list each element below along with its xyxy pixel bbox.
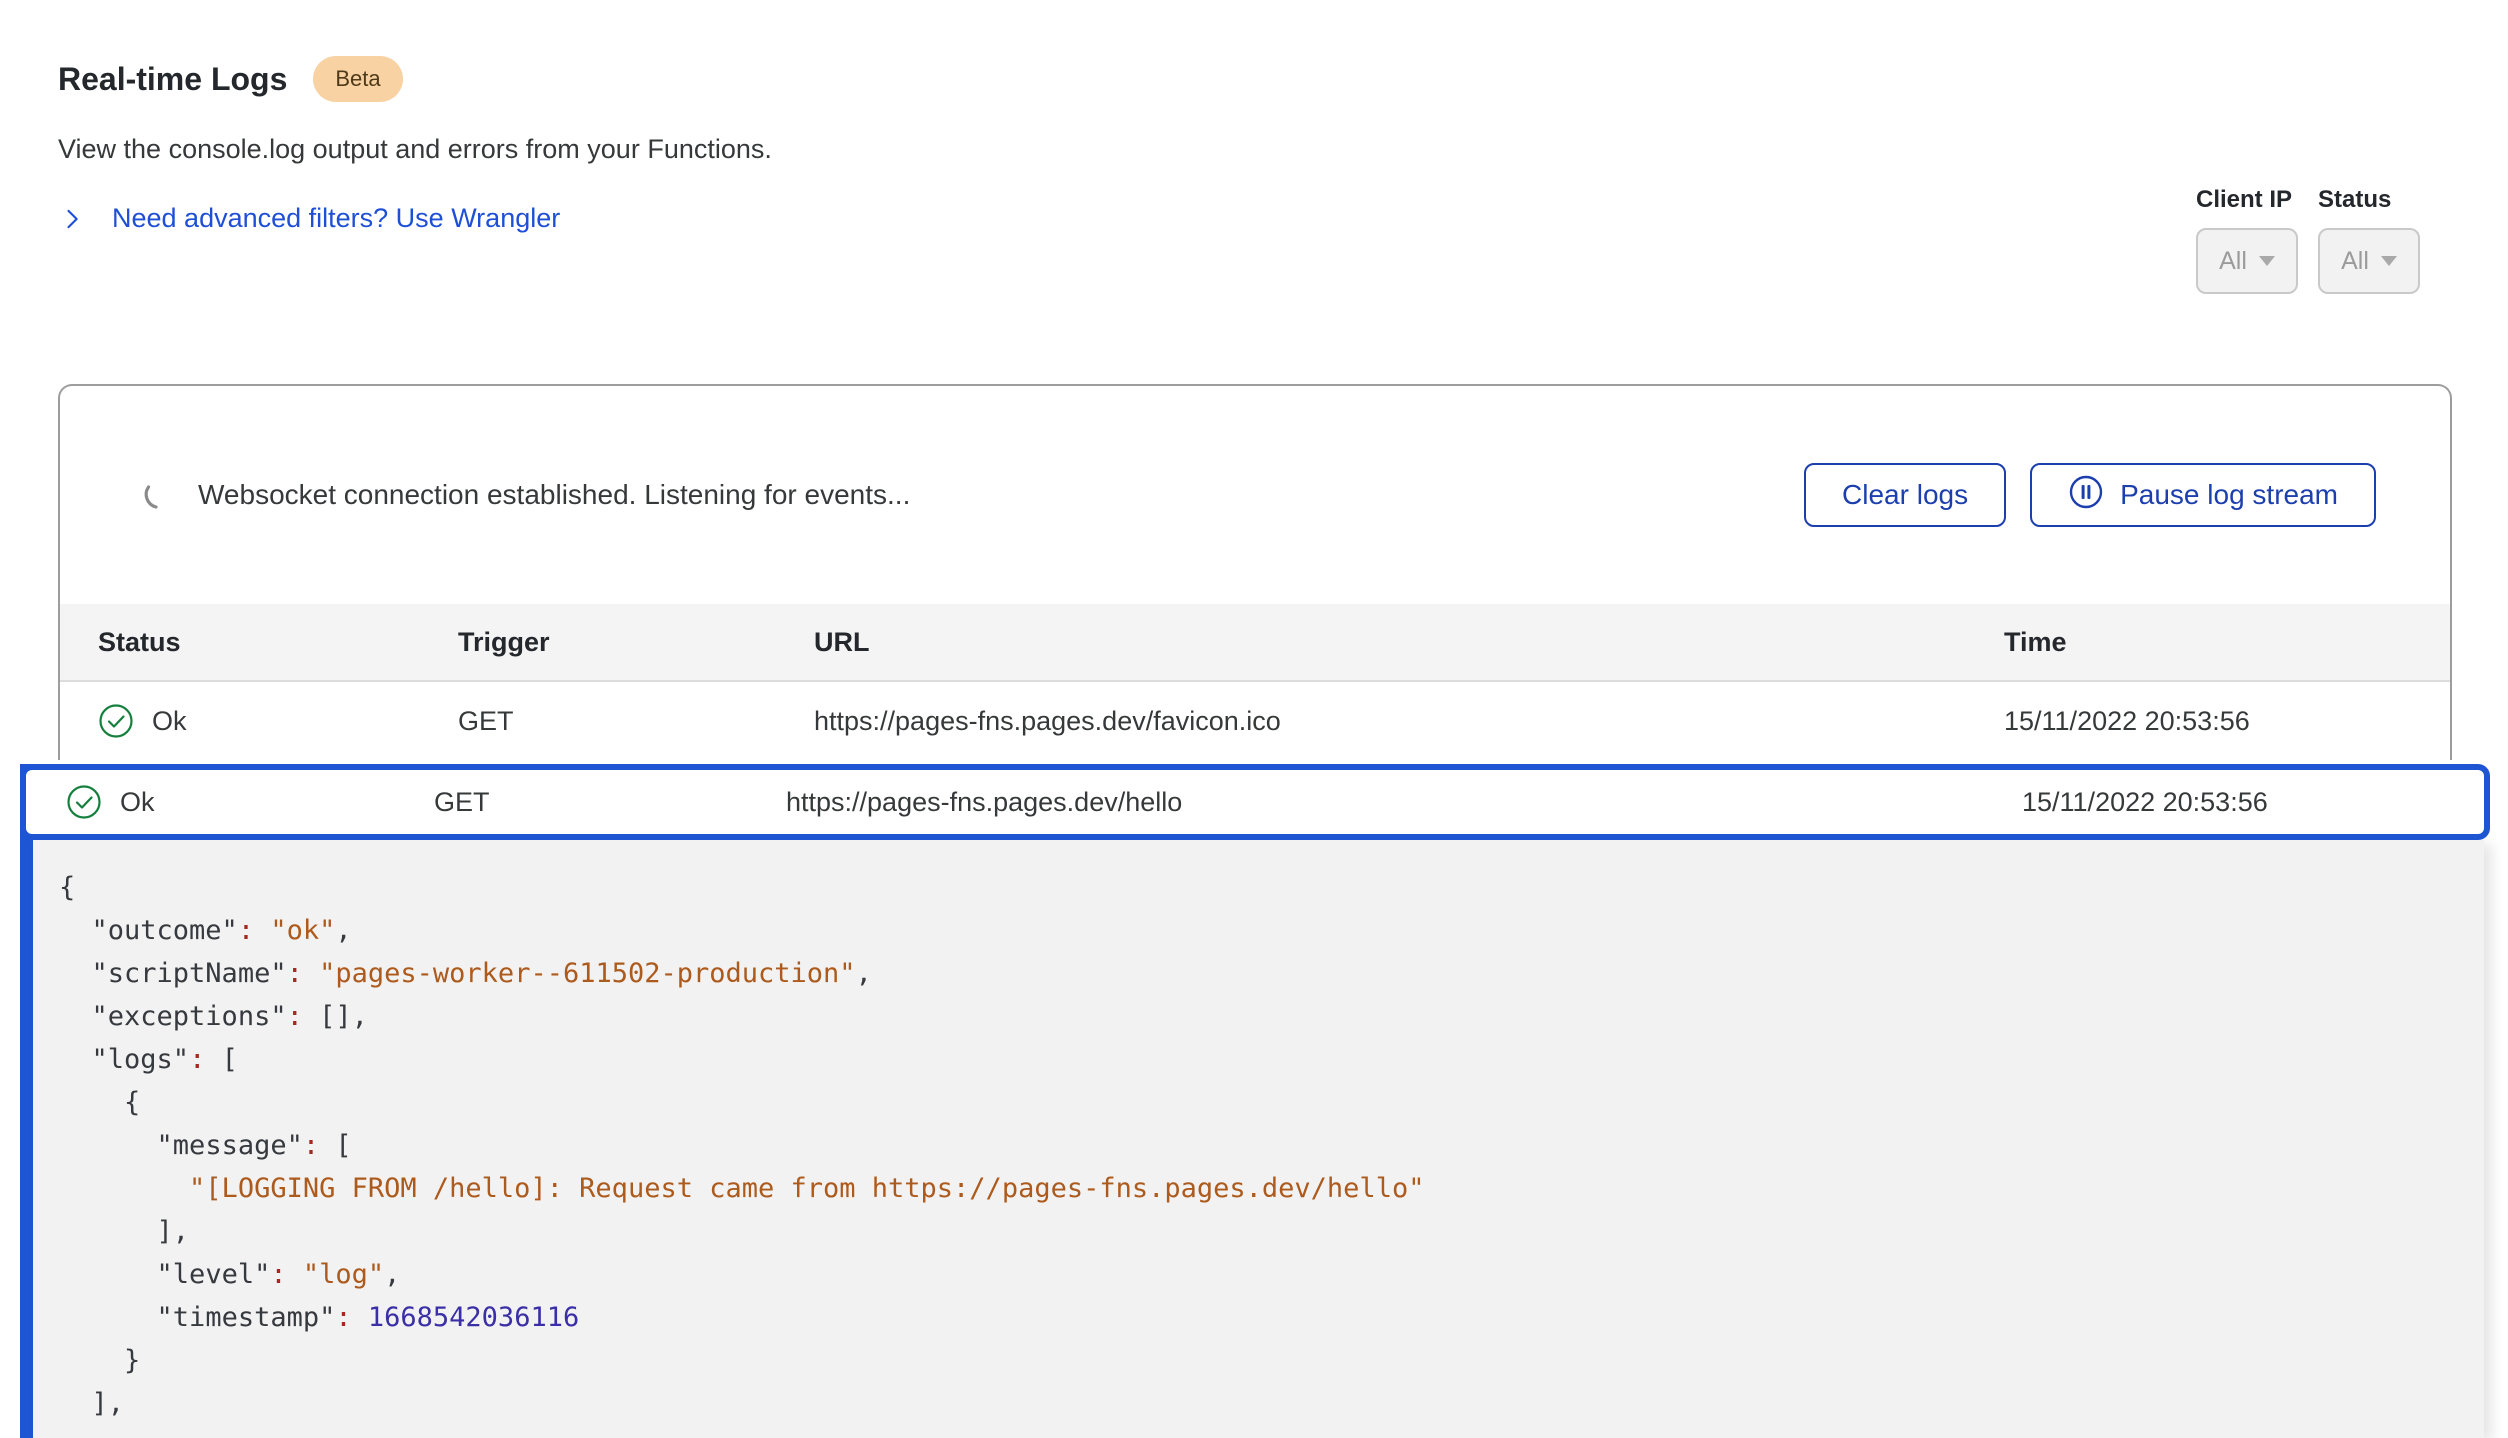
- ok-check-icon: [98, 703, 134, 739]
- stream-buttons: Clear logs Pause log stream: [1804, 463, 2376, 527]
- filter-client-ip: Client IP All: [2196, 186, 2298, 294]
- row-url: https://pages-fns.pages.dev/hello: [786, 787, 2022, 818]
- row-time: 15/11/2022 20:53:56: [2004, 706, 2450, 737]
- client-ip-filter-label: Client IP: [2196, 186, 2298, 214]
- log-table-row[interactable]: Ok GET https://pages-fns.pages.dev/favic…: [60, 682, 2450, 760]
- log-detail-json: { "outcome": "ok", "scriptName": "pages-…: [59, 866, 2454, 1425]
- chevron-right-icon: [58, 205, 86, 233]
- pause-log-stream-button[interactable]: Pause log stream: [2030, 463, 2376, 527]
- pause-icon: [2068, 474, 2104, 517]
- filter-status: Status All: [2318, 186, 2420, 294]
- clear-logs-button[interactable]: Clear logs: [1804, 463, 2006, 527]
- row-status-cell: Ok: [66, 784, 434, 820]
- spinner-icon: [142, 478, 176, 512]
- column-header-url: URL: [814, 627, 2004, 658]
- status-filter-dropdown[interactable]: All: [2318, 228, 2420, 294]
- expanded-log-entry: Ok GET https://pages-fns.pages.dev/hello…: [20, 764, 2490, 1438]
- row-time: 15/11/2022 20:53:56: [2022, 787, 2484, 818]
- log-detail-json-panel: { "outcome": "ok", "scriptName": "pages-…: [33, 840, 2484, 1438]
- client-ip-filter-dropdown[interactable]: All: [2196, 228, 2298, 294]
- status-filter-value: All: [2341, 247, 2369, 276]
- expanded-log-row[interactable]: Ok GET https://pages-fns.pages.dev/hello…: [20, 764, 2490, 840]
- wrangler-link-label: Need advanced filters? Use Wrangler: [112, 203, 560, 234]
- row-trigger: GET: [458, 706, 814, 737]
- wrangler-filters-link[interactable]: Need advanced filters? Use Wrangler: [58, 203, 560, 234]
- websocket-status-message: Websocket connection established. Listen…: [198, 479, 910, 511]
- client-ip-filter-value: All: [2219, 247, 2247, 276]
- page-header: Real-time Logs Beta View the console.log…: [0, 0, 2508, 234]
- log-filters: Client IP All Status All: [2196, 186, 2420, 294]
- caret-down-icon: [2381, 256, 2397, 266]
- row-trigger: GET: [434, 787, 786, 818]
- title-row: Real-time Logs Beta: [58, 56, 2450, 102]
- column-header-trigger: Trigger: [458, 627, 814, 658]
- beta-badge: Beta: [313, 56, 402, 102]
- status-filter-label: Status: [2318, 186, 2420, 214]
- row-url: https://pages-fns.pages.dev/favicon.ico: [814, 706, 2004, 737]
- row-status-label: Ok: [152, 706, 187, 737]
- pause-log-stream-label: Pause log stream: [2120, 479, 2338, 511]
- row-status-label: Ok: [120, 787, 155, 818]
- page-description: View the console.log output and errors f…: [58, 134, 2450, 165]
- stream-status-bar: Websocket connection established. Listen…: [60, 386, 2450, 604]
- logs-card: Websocket connection established. Listen…: [58, 384, 2452, 760]
- ok-check-icon: [66, 784, 102, 820]
- caret-down-icon: [2259, 256, 2275, 266]
- log-table-header: Status Trigger URL Time: [60, 604, 2450, 682]
- column-header-status: Status: [98, 627, 458, 658]
- column-header-time: Time: [2004, 627, 2450, 658]
- clear-logs-label: Clear logs: [1842, 479, 1968, 511]
- row-status-cell: Ok: [98, 703, 458, 739]
- page-title: Real-time Logs: [58, 61, 287, 98]
